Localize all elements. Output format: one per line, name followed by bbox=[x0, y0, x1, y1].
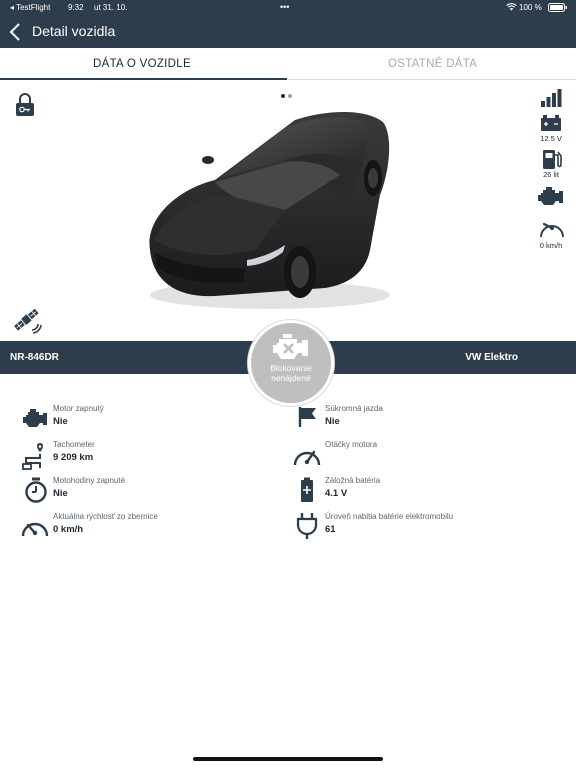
flag-icon bbox=[297, 406, 319, 433]
backup-battery-icon bbox=[300, 477, 314, 508]
detail-label: Úroveň nabitia batérie elektromobilu bbox=[325, 512, 454, 521]
tab-vehicle-data[interactable]: DÁTA O VOZIDLE bbox=[93, 58, 191, 70]
wifi-icon bbox=[506, 3, 517, 13]
fuel-level-value: 26 lit bbox=[543, 170, 559, 179]
engine-block-status: Blokovanie nenájdené bbox=[251, 363, 331, 383]
status-time: 9:32 bbox=[68, 3, 84, 12]
detail-value: Nie bbox=[53, 488, 68, 499]
vehicle-model: VW Elektro bbox=[465, 352, 518, 363]
detail-label: Motor zapnutý bbox=[53, 404, 104, 413]
route-icon bbox=[22, 442, 48, 475]
detail-label: Záložná batéria bbox=[325, 476, 381, 485]
engine-icon bbox=[537, 186, 565, 211]
gauge-icon bbox=[292, 442, 322, 473]
vehicle-image bbox=[135, 100, 405, 320]
status-back-app[interactable]: ◂ TestFlight bbox=[10, 3, 50, 12]
detail-value: Nie bbox=[53, 416, 68, 427]
detail-label: Otáčky motora bbox=[325, 440, 378, 449]
active-tab-indicator bbox=[0, 78, 287, 80]
speedometer-side-icon bbox=[538, 215, 566, 244]
detail-value: 9 209 km bbox=[53, 452, 94, 463]
page-dot[interactable] bbox=[288, 94, 292, 98]
lock-key-icon[interactable] bbox=[14, 93, 36, 122]
status-date: ut 31. 10. bbox=[94, 3, 128, 12]
stopwatch-icon bbox=[24, 477, 48, 508]
detail-label: Aktuálna rýchlosť zo zbernice bbox=[53, 512, 158, 521]
engine-block-status-line2: nenájdené bbox=[271, 373, 311, 383]
detail-value: Nie bbox=[325, 416, 340, 427]
tab-bar: DÁTA O VOZIDLE OSTATNÉ DÁTA bbox=[0, 48, 576, 80]
status-battery-icon bbox=[548, 3, 568, 14]
detail-value: 4.1 V bbox=[325, 488, 348, 499]
detail-value: 0 km/h bbox=[53, 524, 84, 535]
ev-plug-icon bbox=[296, 512, 318, 545]
engine-icon bbox=[22, 408, 48, 433]
engine-block-status-line1: Blokovanie bbox=[270, 363, 312, 373]
signal-strength-icon bbox=[540, 88, 562, 113]
detail-label: Motohodiny zapnuté bbox=[53, 476, 126, 485]
tab-divider bbox=[287, 79, 576, 80]
speed-value: 0 km/h bbox=[539, 241, 563, 250]
detail-value: 61 bbox=[325, 524, 336, 535]
home-indicator[interactable] bbox=[193, 757, 383, 761]
license-plate: NR-846DR bbox=[10, 352, 59, 363]
page-title: Detail vozidla bbox=[32, 23, 116, 39]
detail-label: Tachometer bbox=[53, 440, 95, 449]
tab-other-data[interactable]: OSTATNÉ DÁTA bbox=[388, 58, 477, 70]
engine-block-button[interactable]: Blokovanie nenájdené bbox=[248, 320, 334, 406]
back-chevron-icon[interactable] bbox=[9, 23, 21, 46]
speedometer-icon bbox=[20, 513, 50, 544]
battery-voltage-value: 12.5 V bbox=[540, 134, 562, 143]
battery-percent: 100 % bbox=[519, 3, 542, 12]
multitask-dots[interactable]: ••• bbox=[280, 2, 289, 12]
page-dot-active[interactable] bbox=[281, 94, 285, 98]
app-header: ◂ TestFlight 9:32 ut 31. 10. ••• 100 % D… bbox=[0, 0, 576, 48]
detail-label: Súkromná jazda bbox=[325, 404, 383, 413]
satellite-icon bbox=[12, 306, 42, 339]
engine-block-icon bbox=[273, 334, 308, 359]
